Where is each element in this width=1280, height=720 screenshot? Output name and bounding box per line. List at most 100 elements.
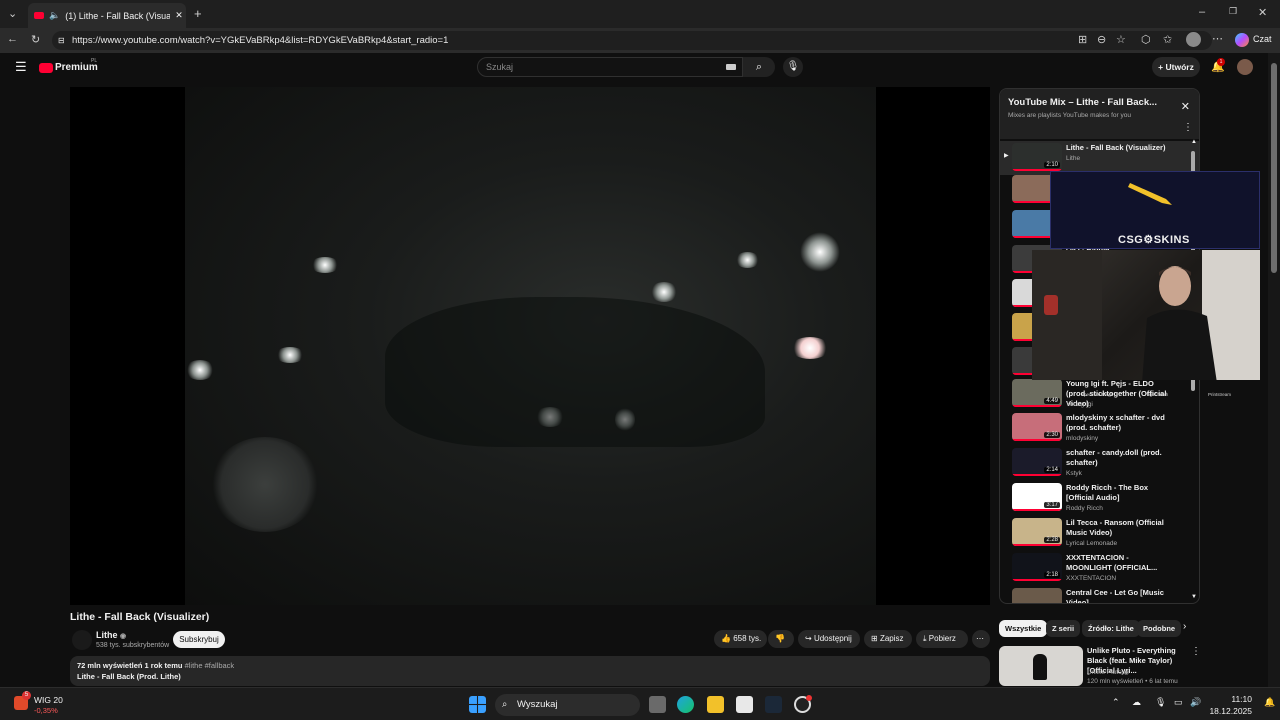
- playlist-item[interactable]: 2:14 schafter - candy.doll (prod. schafte…: [1000, 446, 1199, 480]
- playlist-item[interactable]: 3:17 Roddy Ricch - The Box [Official Audi…: [1000, 481, 1199, 515]
- thumbnail-figure: [1033, 654, 1047, 680]
- clock-date[interactable]: 18.12.2025: [1206, 706, 1252, 716]
- zoom-icon[interactable]: ⊖: [1097, 33, 1106, 46]
- description-box[interactable]: 72 mln wyświetleń 1 rok temu #lithe #fal…: [70, 656, 990, 686]
- profile-avatar[interactable]: [1186, 32, 1201, 47]
- lantern-decor: [1044, 295, 1058, 315]
- playlist-header: YouTube Mix – Lithe - Fall Back... Mixes…: [1000, 89, 1199, 139]
- clock-time[interactable]: 11:10: [1212, 694, 1252, 704]
- playlist-item[interactable]: ▶ 2:10 Lithe - Fall Back (Visualizer) Lithe: [1000, 141, 1199, 175]
- playlist-item[interactable]: 2:30 mlodyskiny x schafter - dvd (prod. s…: [1000, 411, 1199, 445]
- new-tab-icon[interactable]: +: [194, 6, 202, 21]
- playlist-item-thumbnail: 2:28: [1012, 518, 1062, 546]
- more-actions-button[interactable]: ⋯: [972, 630, 990, 648]
- close-playlist-icon[interactable]: ✕: [1181, 100, 1190, 113]
- webcam-overlay: [1032, 250, 1260, 380]
- window-close-icon[interactable]: ✕: [1258, 6, 1267, 19]
- share-button[interactable]: ↪ Udostępnij: [798, 630, 860, 648]
- volume-icon[interactable]: 🔊: [1190, 697, 1201, 708]
- hashtags[interactable]: #lithe #fallback: [185, 661, 235, 670]
- playlist-item[interactable]: 2:18 XXXTENTACION - MOONLIGHT (OFFICIAL..…: [1000, 551, 1199, 585]
- video-light: [275, 347, 305, 363]
- watched-progress-bar: [1012, 474, 1062, 476]
- channel-name[interactable]: Lithe ◉: [96, 630, 126, 640]
- chip-series[interactable]: Z serii: [1046, 620, 1081, 637]
- playlist-item-title: Lithe - Fall Back (Visualizer): [1066, 143, 1166, 152]
- chips-next-icon[interactable]: ›: [1183, 621, 1186, 632]
- video-player[interactable]: [70, 87, 990, 605]
- favorites-bar-icon[interactable]: ✩: [1163, 33, 1172, 46]
- task-view-icon[interactable]: [649, 696, 666, 713]
- channel-avatar[interactable]: [72, 630, 92, 650]
- youtube-logo-icon[interactable]: [39, 63, 53, 73]
- recommended-channel[interactable]: Unlike Pluto ◉: [1087, 668, 1129, 676]
- file-explorer-icon[interactable]: [707, 696, 724, 713]
- windows-start-icon[interactable]: [469, 696, 486, 713]
- tab-close-icon[interactable]: ✕: [175, 10, 183, 21]
- steam-icon[interactable]: [765, 696, 782, 713]
- tray-app-icon[interactable]: ☁: [1132, 697, 1141, 708]
- extensions-icon[interactable]: ⬡: [1141, 33, 1151, 46]
- browser-tab[interactable]: 🔈 (1) Lithe - Fall Back (Visualizer) ✕: [28, 3, 186, 28]
- playlist-item-channel: mlodyskiny: [1066, 435, 1099, 442]
- speaker-icon[interactable]: 🔈: [49, 10, 60, 21]
- chip-source[interactable]: Źródło: Lithe: [1082, 620, 1140, 637]
- favorite-icon[interactable]: ☆: [1116, 33, 1126, 46]
- search-input[interactable]: Szukaj: [477, 57, 743, 77]
- playlist-item[interactable]: Central Cee - Let Go [Music Video]: [1000, 586, 1199, 603]
- copilot-label[interactable]: Czat: [1253, 34, 1272, 44]
- skin-label: Spectrum Rings: [1081, 392, 1114, 397]
- playlist-item[interactable]: 2:28 Lil Tecca - Ransom (Official Music V…: [1000, 516, 1199, 550]
- download-icon: ⤓: [923, 634, 927, 643]
- now-playing-icon: ▶: [1004, 153, 1009, 159]
- scroll-down-icon[interactable]: ▼: [1191, 594, 1197, 600]
- minimize-icon[interactable]: –: [1199, 6, 1205, 18]
- microphone-icon: 🎙: [786, 61, 800, 72]
- site-info-icon[interactable]: ⊟: [58, 31, 65, 50]
- playlist-item-duration: 2:14: [1044, 467, 1060, 473]
- more-icon[interactable]: ⋯: [1212, 32, 1223, 45]
- tray-mic-icon[interactable]: 🎙: [1155, 697, 1166, 708]
- reload-icon[interactable]: ↻: [31, 33, 40, 46]
- playlist-item-title: schafter - candy.doll (prod. schafter): [1066, 448, 1162, 467]
- edge-icon[interactable]: [677, 696, 694, 713]
- scroll-up-icon[interactable]: ▲: [1191, 139, 1197, 145]
- address-bar[interactable]: ⊟ https://www.youtube.com/watch?v=YGkEVa…: [52, 31, 1212, 50]
- recommended-more-icon[interactable]: ⋮: [1191, 646, 1201, 657]
- watched-progress-bar: [1012, 579, 1062, 581]
- voice-search-button[interactable]: 🎙: [783, 57, 803, 77]
- stock-name[interactable]: WIG 20: [34, 695, 63, 705]
- playlist-item-duration: 3:17: [1044, 502, 1060, 508]
- save-icon: ⊞: [871, 634, 878, 643]
- tab-list-chevron-icon[interactable]: ⌄: [8, 7, 17, 20]
- grid-icon[interactable]: ⊞: [1078, 33, 1087, 46]
- taskbar-search[interactable]: ⌕ Wyszukaj: [495, 694, 640, 716]
- account-avatar[interactable]: [1237, 59, 1253, 75]
- menu-icon[interactable]: ☰: [15, 59, 27, 75]
- chip-all[interactable]: Wszystkie: [999, 620, 1048, 637]
- tray-chevron-icon[interactable]: ⌃: [1112, 697, 1120, 708]
- back-icon[interactable]: ←: [7, 33, 18, 45]
- search-button[interactable]: ⌕: [743, 57, 775, 77]
- download-button[interactable]: ⤓ Pobierz: [916, 630, 968, 648]
- restore-icon[interactable]: ❐: [1229, 6, 1237, 17]
- chip-similar[interactable]: Podobne: [1137, 620, 1182, 637]
- stock-change: -0,35%: [34, 706, 58, 715]
- page-scroll-thumb[interactable]: [1271, 63, 1277, 273]
- recommended-thumbnail[interactable]: [999, 646, 1083, 686]
- like-button[interactable]: 👍 658 tys.: [714, 630, 767, 648]
- playlist-more-icon[interactable]: ⋮: [1183, 122, 1193, 133]
- create-button[interactable]: + Utwórz: [1152, 57, 1200, 77]
- save-button[interactable]: ⊞ Zapisz: [864, 630, 912, 648]
- copilot-icon[interactable]: [1235, 33, 1249, 47]
- notification-center-icon[interactable]: 🔔: [1264, 697, 1275, 708]
- network-icon[interactable]: ▭: [1174, 697, 1183, 708]
- dislike-button[interactable]: 👎: [768, 630, 794, 648]
- subscribe-button[interactable]: Subskrybuj: [173, 631, 225, 648]
- playlist-title[interactable]: YouTube Mix – Lithe - Fall Back...: [1008, 97, 1191, 108]
- video-light: [735, 252, 760, 268]
- store-icon[interactable]: [736, 696, 753, 713]
- page-scrollbar[interactable]: [1268, 53, 1280, 687]
- keyboard-icon[interactable]: [726, 64, 736, 70]
- share-label: Udostępnij: [813, 634, 852, 643]
